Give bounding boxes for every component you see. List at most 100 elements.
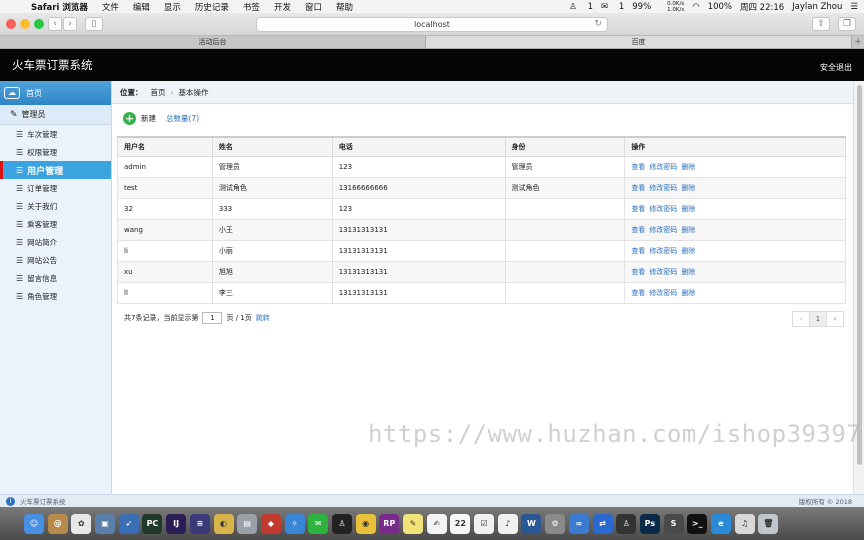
view-link[interactable]: 查看 (631, 247, 645, 255)
change-password-link[interactable]: 修改密码 (649, 289, 677, 297)
redis-icon[interactable]: ◆ (260, 513, 281, 534)
view-link[interactable]: 查看 (631, 289, 645, 297)
preview-icon[interactable]: ▣ (95, 513, 116, 534)
delete-link[interactable]: 删除 (681, 268, 695, 276)
percent-status[interactable]: 99% (632, 2, 651, 12)
qq-status-icon[interactable]: ♙ 1 (569, 2, 593, 12)
sidebar-item-orders[interactable]: ☰ 订单管理 (0, 179, 111, 197)
launchpad-icon[interactable]: ➶ (118, 513, 139, 534)
menu-file[interactable]: 文件 (95, 1, 126, 13)
scrollbar-thumb[interactable] (857, 85, 862, 465)
menu-app-name[interactable]: Safari 浏览器 (24, 1, 95, 13)
sidebar-item-messages[interactable]: ☰ 留言信息 (0, 269, 111, 287)
sidebar-item-about[interactable]: ☰ 关于我们 (0, 197, 111, 215)
change-password-link[interactable]: 修改密码 (649, 163, 677, 171)
prev-page-button[interactable]: ‹ (792, 311, 810, 327)
new-tab-button[interactable]: + (852, 36, 864, 48)
squirrel-icon[interactable]: ◐ (213, 513, 234, 534)
jump-link[interactable]: 跳转 (256, 313, 270, 323)
sublime-icon[interactable]: S (663, 513, 684, 534)
menu-window[interactable]: 窗口 (298, 1, 329, 13)
settings-icon[interactable]: ⚙ (545, 513, 566, 534)
tab-admin-backend[interactable]: 活动后台 (0, 36, 426, 48)
forward-button[interactable]: › (63, 17, 77, 31)
user-name[interactable]: Jaylan Zhou (792, 2, 842, 12)
menu-view[interactable]: 显示 (157, 1, 188, 13)
sidebar-item-permissions[interactable]: ☰ 权限管理 (0, 143, 111, 161)
clock[interactable]: 周四 22:16 (740, 1, 784, 13)
wechat-icon[interactable]: ✉ (308, 513, 329, 534)
wechat-status-icon[interactable]: ✉ 1 (601, 2, 624, 12)
menu-history[interactable]: 历史记录 (188, 1, 236, 13)
page-number-input[interactable]: 1 (202, 312, 223, 324)
teamviewer-icon[interactable]: ⇄ (592, 513, 613, 534)
back-button[interactable]: ‹ (48, 17, 62, 31)
qq2-icon[interactable]: ♙ (616, 513, 637, 534)
safari-icon[interactable]: ✧ (284, 513, 305, 534)
eclipse-icon[interactable]: ≡ (189, 513, 210, 534)
sidebar-toggle-button[interactable]: ▯ (85, 17, 103, 31)
sidebar-item-roles[interactable]: ☰ 角色管理 (0, 287, 111, 305)
photoshop-icon[interactable]: Ps (639, 513, 660, 534)
delete-link[interactable]: 删除 (681, 226, 695, 234)
breadcrumb-home[interactable]: 首页 (151, 87, 166, 98)
textedit-icon[interactable]: ✍ (426, 513, 447, 534)
close-window-button[interactable] (6, 19, 16, 29)
menu-bookmarks[interactable]: 书签 (236, 1, 267, 13)
view-link[interactable]: 查看 (631, 226, 645, 234)
sidebar-item-users[interactable]: ☰ 用户管理 (0, 161, 111, 179)
trash-icon[interactable]: 🗑 (758, 513, 779, 534)
baidu-netdisk-icon[interactable]: ∞ (568, 513, 589, 534)
reload-icon[interactable]: ↻ (594, 18, 602, 31)
change-password-link[interactable]: 修改密码 (649, 184, 677, 192)
photos-icon[interactable]: ✿ (71, 513, 92, 534)
finder-icon[interactable]: ☺ (24, 513, 44, 534)
view-link[interactable]: 查看 (631, 184, 645, 192)
next-page-button[interactable]: › (826, 311, 844, 327)
menu-develop[interactable]: 开发 (267, 1, 298, 13)
change-password-link[interactable]: 修改密码 (649, 268, 677, 276)
music-icon[interactable]: ♪ (497, 513, 518, 534)
delete-link[interactable]: 删除 (681, 289, 695, 297)
qq-icon[interactable]: ♙ (331, 513, 352, 534)
change-password-link[interactable]: 修改密码 (649, 226, 677, 234)
view-link[interactable]: 查看 (631, 268, 645, 276)
delete-link[interactable]: 删除 (681, 247, 695, 255)
chrome-icon[interactable]: ◉ (355, 513, 376, 534)
address-bar[interactable]: localhost ↻ (256, 17, 608, 32)
notes-icon[interactable]: ✎ (403, 513, 423, 534)
sidebar-item-site-intro[interactable]: ☰ 网站简介 (0, 233, 111, 251)
pycharm-icon[interactable]: PC (142, 513, 163, 534)
wifi-icon[interactable]: ◠ (692, 2, 699, 12)
db-icon[interactable]: ▤ (237, 513, 258, 534)
menu-edit[interactable]: 编辑 (126, 1, 157, 13)
total-count[interactable]: 总数量(7) (166, 113, 199, 124)
sidebar-item-trains[interactable]: ☰ 车次管理 (0, 125, 111, 143)
tabs-overview-button[interactable]: ❐ (838, 17, 856, 31)
sidebar-home[interactable]: ☁ 首页 (0, 81, 111, 105)
new-button[interactable]: 新建 (141, 113, 156, 124)
battery-percent[interactable]: 100% (708, 2, 732, 12)
delete-link[interactable]: 删除 (681, 205, 695, 213)
view-link[interactable]: 查看 (631, 205, 645, 213)
calendar-icon[interactable]: 22 (450, 513, 471, 534)
page-1-button[interactable]: 1 (809, 311, 827, 327)
contacts-icon[interactable]: @ (47, 513, 68, 534)
view-link[interactable]: 查看 (631, 163, 645, 171)
change-password-link[interactable]: 修改密码 (649, 247, 677, 255)
list-icon[interactable]: ☰ (850, 2, 858, 12)
tab-baidu[interactable]: 百度 (426, 36, 852, 48)
delete-link[interactable]: 删除 (681, 184, 695, 192)
sidebar-item-announcements[interactable]: ☰ 网站公告 (0, 251, 111, 269)
change-password-link[interactable]: 修改密码 (649, 205, 677, 213)
edge-icon[interactable]: e (710, 513, 731, 534)
logout-link[interactable]: 安全退出 (820, 62, 852, 73)
minimize-window-button[interactable] (20, 19, 30, 29)
delete-link[interactable]: 删除 (681, 163, 695, 171)
zoom-window-button[interactable] (34, 19, 44, 29)
axure-icon[interactable]: RP (379, 513, 400, 534)
intellij-icon[interactable]: IJ (166, 513, 187, 534)
menu-help[interactable]: 帮助 (329, 1, 360, 13)
add-icon[interactable]: + (123, 112, 136, 125)
word-icon[interactable]: W (521, 513, 542, 534)
